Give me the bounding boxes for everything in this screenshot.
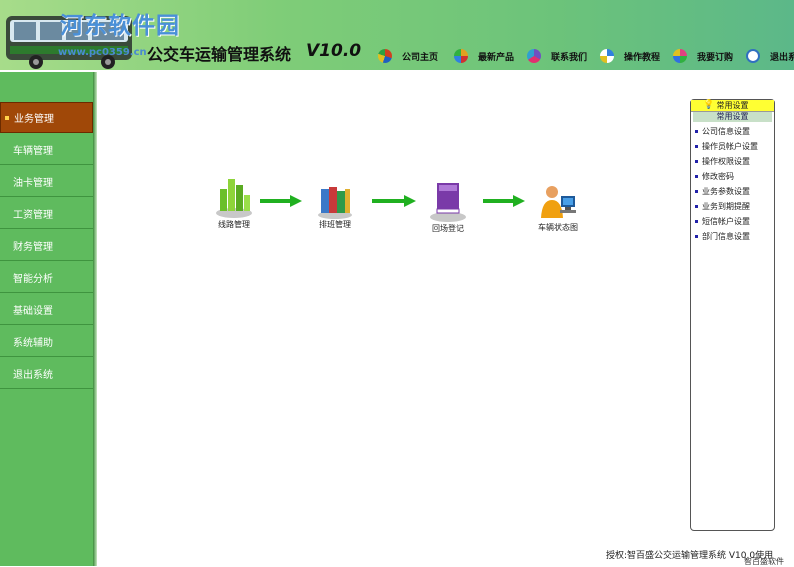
flow-node-label: 线路管理 <box>218 220 250 229</box>
lightbulb-icon: 💡 <box>703 100 715 110</box>
bullet-icon <box>695 190 698 193</box>
nav-label: 最新产品 <box>478 52 515 63</box>
nav-new-products[interactable]: 最新产品 <box>454 48 514 64</box>
palette-icon <box>527 49 541 63</box>
panel-link-label: 业务到期提醒 <box>702 202 750 211</box>
sidebar-item-analysis[interactable]: 智能分析 <box>0 262 93 293</box>
pie-chart-icon <box>378 49 392 63</box>
nav-label: 公司主页 <box>402 52 439 63</box>
settings-panel: 💡 常用设置 常用设置 公司信息设置 操作员帐户设置 操作权限设置 修改密码 业… <box>690 99 775 531</box>
watermark-logo-text: 河东软件园 <box>60 13 180 39</box>
flow-arrow <box>483 195 525 207</box>
bullet-icon <box>695 205 698 208</box>
nav-label: 联系我们 <box>551 52 588 63</box>
sidebar-item-vehicles[interactable]: 车辆管理 <box>0 134 93 165</box>
color-wheel-icon <box>454 49 468 63</box>
bullet-icon <box>695 160 698 163</box>
sidebar-item-payroll[interactable]: 工资管理 <box>0 198 93 229</box>
panel-link-business-params[interactable]: 业务参数设置 <box>695 186 750 197</box>
flow-node-vehicle-status[interactable]: 车辆状态图 <box>528 182 588 233</box>
sidebar-item-business[interactable]: 业务管理 <box>0 102 93 133</box>
panel-link-sms-account[interactable]: 短信帐户设置 <box>695 216 750 227</box>
panel-link-change-password[interactable]: 修改密码 <box>695 171 734 182</box>
sidebar-item-basic-settings[interactable]: 基础设置 <box>0 294 93 325</box>
panel-link-permissions[interactable]: 操作权限设置 <box>695 156 750 167</box>
flow-node-scheduling[interactable]: 排班管理 <box>305 179 365 230</box>
books-icon <box>318 187 352 219</box>
app-title: 公交车运输管理系统 <box>147 45 292 64</box>
bullet-icon <box>695 130 698 133</box>
panel-link-label: 操作权限设置 <box>702 157 750 166</box>
panel-header: 💡 常用设置 <box>691 100 774 112</box>
nav-contact-us[interactable]: 联系我们 <box>527 48 587 64</box>
panel-link-label: 公司信息设置 <box>702 127 750 136</box>
flow-arrow <box>260 195 302 207</box>
bar-chart-icon <box>216 179 252 218</box>
panel-link-label: 短信帐户设置 <box>702 217 750 226</box>
app-version: V10.0 <box>306 41 362 61</box>
star-pinwheel-icon <box>600 49 614 63</box>
nav-order[interactable]: 我要订购 <box>673 48 733 64</box>
bullet-icon <box>695 220 698 223</box>
sidebar-item-system-helper[interactable]: 系统辅助 <box>0 326 93 357</box>
panel-link-label: 操作员帐户设置 <box>702 142 758 151</box>
flow-node-routes[interactable]: 线路管理 <box>204 175 264 230</box>
flow-node-label: 车辆状态图 <box>538 223 578 232</box>
header-banner: 河东软件园 www.pc0359.cn 公交车运输管理系统 V10.0 公司主页… <box>0 0 794 72</box>
panel-link-label: 业务参数设置 <box>702 187 750 196</box>
flower-icon <box>673 49 687 63</box>
panel-title: 常用设置 <box>716 101 749 110</box>
sidebar-item-finance[interactable]: 财务管理 <box>0 230 93 261</box>
panel-link-operator-account[interactable]: 操作员帐户设置 <box>695 141 758 152</box>
sidebar-item-exit[interactable]: 退出系统 <box>0 358 93 389</box>
panel-link-department-info[interactable]: 部门信息设置 <box>695 231 750 242</box>
flow-node-label: 排班管理 <box>319 220 351 229</box>
magnifier-icon <box>746 49 760 63</box>
nav-exit[interactable]: 退出系 <box>746 48 794 64</box>
sidebar-item-fuel-card[interactable]: 油卡管理 <box>0 166 93 197</box>
operator-computer-icon <box>541 186 576 218</box>
watermark-url: www.pc0359.cn <box>58 47 147 58</box>
flow-arrow <box>372 195 416 207</box>
nav-label: 操作教程 <box>624 52 661 63</box>
panel-link-label: 部门信息设置 <box>702 232 750 241</box>
panel-link-label: 修改密码 <box>702 172 734 181</box>
bullet-icon <box>695 175 698 178</box>
nav-label: 我要订购 <box>697 52 734 63</box>
nav-label: 退出系 <box>770 52 794 63</box>
purple-book-icon <box>430 183 466 222</box>
flow-node-label: 回场登记 <box>432 224 464 233</box>
panel-link-company-info[interactable]: 公司信息设置 <box>695 126 750 137</box>
bullet-icon <box>695 235 698 238</box>
panel-link-expiry-reminder[interactable]: 业务到期提醒 <box>695 201 750 212</box>
bullet-icon <box>695 145 698 148</box>
flow-node-return-register[interactable]: 回场登记 <box>418 179 478 234</box>
nav-company-home[interactable]: 公司主页 <box>378 48 438 64</box>
footer-overlay-text: 智百盛软件 <box>744 557 784 566</box>
panel-subtitle: 常用设置 <box>693 112 772 122</box>
nav-tutorial[interactable]: 操作教程 <box>600 48 660 64</box>
